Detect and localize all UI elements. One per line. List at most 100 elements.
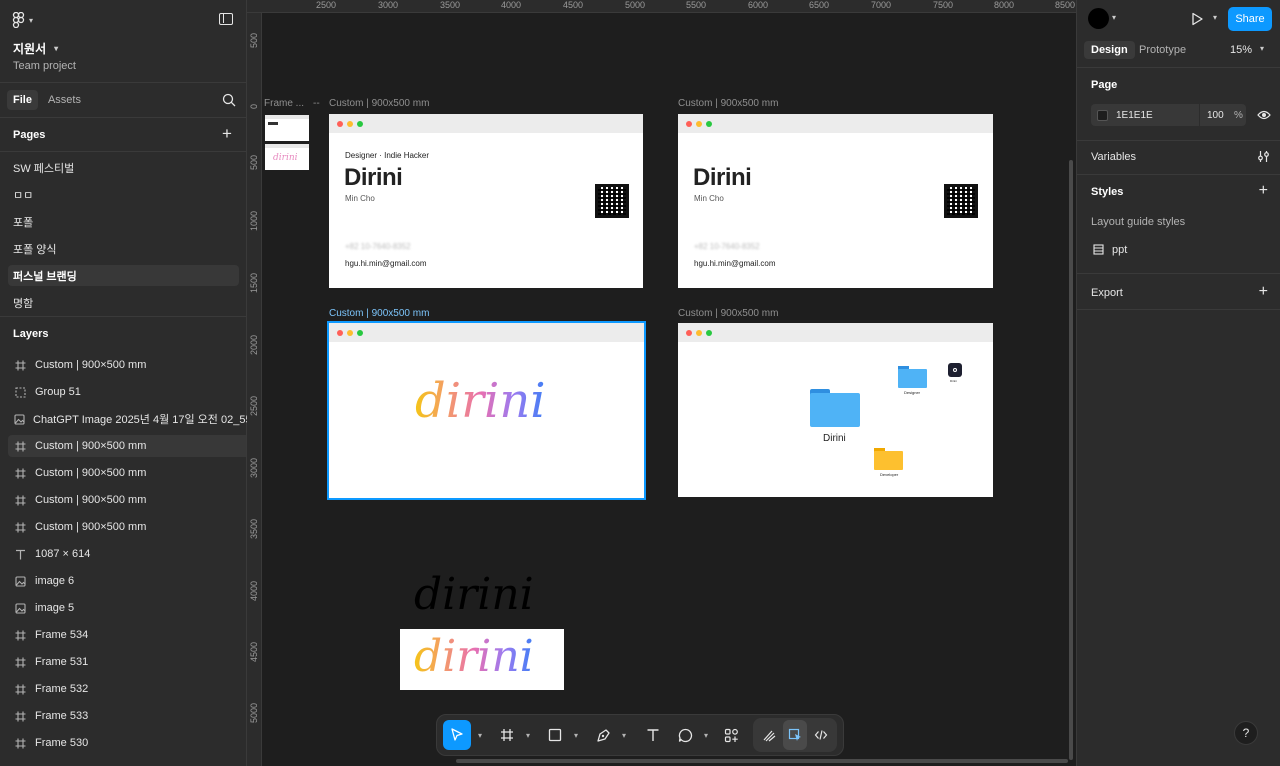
canvas[interactable]: Frame ... -- dirini Custom | 900x500 mm … (262, 13, 1076, 766)
page-item[interactable]: 명함 (8, 292, 239, 313)
layer-item[interactable]: Frame 532 (8, 678, 246, 700)
business-card-variant[interactable]: Dirini Min Cho +82 10-7640-8352 hgu.hi.m… (678, 114, 993, 288)
zoom-level: 15% (1230, 44, 1253, 56)
page-item-active[interactable]: 퍼스널 브랜딩 (8, 265, 239, 286)
chevron-down-icon[interactable]: ▾ (569, 731, 583, 740)
comment-icon (678, 728, 692, 742)
eye-icon[interactable] (1257, 109, 1271, 121)
minimize-dot-icon (347, 329, 353, 336)
variables-icon[interactable] (1257, 150, 1270, 163)
text-tool-button[interactable] (641, 720, 665, 750)
play-icon[interactable] (1191, 12, 1203, 26)
frame-label-selected[interactable]: Custom | 900x500 mm (329, 308, 429, 319)
page-color-value[interactable]: 1E1E1E (1116, 110, 1153, 121)
layer-label: Frame 533 (35, 710, 89, 722)
layer-item[interactable]: Custom | 900×500 mm (8, 354, 246, 376)
close-dot-icon (686, 329, 692, 336)
avatar[interactable] (1088, 8, 1109, 29)
ruler-tick-label: 3000 (249, 457, 259, 478)
chevron-down-icon[interactable]: ▾ (521, 731, 535, 740)
horizontal-scrollbar[interactable] (456, 759, 1068, 763)
layer-item[interactable]: 1087 × 614 (8, 543, 246, 565)
frame-label[interactable]: Custom | 900x500 mm (678, 308, 778, 319)
dev-mode-button[interactable] (809, 720, 833, 750)
page-item[interactable]: 포폴 (8, 211, 239, 232)
chevron-down-icon[interactable]: ▾ (617, 731, 631, 740)
page-opacity-value[interactable]: 100 (1207, 110, 1224, 121)
page-color-field[interactable]: 1E1E1E 100 % (1091, 104, 1246, 126)
chevron-down-icon[interactable]: ▾ (473, 731, 487, 740)
layer-item[interactable]: Frame 534 (8, 624, 246, 646)
layer-label: Group 51 (35, 386, 81, 398)
main-menu-button[interactable]: ▾ (12, 12, 33, 28)
export-label[interactable]: Export (1091, 287, 1123, 299)
pen-tool-button[interactable] (591, 720, 615, 750)
layer-item[interactable]: Custom | 900×500 mm (8, 462, 246, 484)
page-item[interactable]: 포폴 양식 (8, 238, 239, 259)
layer-item[interactable]: Frame 533 (8, 705, 246, 727)
draw-mode-button[interactable] (757, 720, 781, 750)
add-page-icon[interactable]: + (222, 124, 232, 144)
ruler-tick-label: 6500 (808, 0, 830, 10)
vertical-scrollbar[interactable] (1069, 160, 1073, 760)
layer-item[interactable]: image 5 (8, 597, 246, 619)
close-dot-icon (337, 329, 343, 336)
frame-label[interactable]: Custom | 900x500 mm (678, 98, 778, 109)
page-section-title: Page (1091, 79, 1118, 91)
percent-unit: % (1234, 109, 1243, 121)
ruler-tick-label: 3500 (439, 0, 461, 10)
card-role: Designer · Indie Hacker (345, 151, 430, 160)
variables-label[interactable]: Variables (1091, 151, 1136, 163)
dirini-logo-black[interactable]: dirini (414, 569, 534, 620)
dirini-logo-image[interactable]: dirini (400, 629, 564, 690)
frame-label[interactable]: Frame ... (264, 98, 304, 109)
color-swatch[interactable] (1097, 109, 1108, 121)
layer-item[interactable]: Frame 531 (8, 651, 246, 673)
frame-thumbnail[interactable]: dirini (265, 144, 309, 170)
design-mode-button[interactable] (783, 720, 807, 750)
search-icon[interactable] (222, 93, 236, 107)
comment-tool-button[interactable] (673, 720, 697, 750)
toggle-sidebar-icon[interactable] (219, 13, 233, 25)
chevron-down-icon[interactable]: ▾ (1112, 13, 1116, 22)
card-phone: +82 10-7640-8352 (345, 242, 411, 251)
frame-thumbnail[interactable] (265, 115, 309, 141)
file-title-text: 지원서 (13, 42, 47, 56)
add-style-icon[interactable]: + (1259, 183, 1268, 199)
dirini-logo-gradient: dirini (414, 631, 534, 682)
layer-item[interactable]: Custom | 900×500 mm (8, 516, 246, 538)
frame-tool-button[interactable] (495, 720, 519, 750)
actions-button[interactable] (719, 720, 743, 750)
layer-item[interactable]: Custom | 900×500 mm (8, 435, 246, 457)
business-card-front[interactable]: Designer · Indie Hacker Dirini Min Cho +… (329, 114, 643, 288)
layer-item[interactable]: Group 51 (8, 381, 246, 403)
file-title[interactable]: 지원서 ▾ (13, 40, 58, 57)
share-button[interactable]: Share (1228, 7, 1272, 31)
folder-card[interactable]: Dirini Designer Dirini Developer (678, 323, 993, 497)
layer-item[interactable]: ChatGPT Image 2025년 4월 17일 오전 02_55_18 (8, 408, 270, 430)
zoom-control[interactable]: 15% ▾ (1230, 44, 1264, 56)
logo-card-selected[interactable]: dirini (327, 321, 646, 500)
chevron-down-icon[interactable]: ▾ (699, 731, 713, 740)
actions-icon (724, 728, 738, 742)
qr-code-icon (944, 184, 978, 218)
layer-item[interactable]: image 6 (8, 570, 246, 592)
tab-file[interactable]: File (7, 90, 38, 110)
help-button[interactable]: ? (1234, 721, 1258, 745)
frame-label[interactable]: Custom | 900x500 mm (329, 98, 429, 109)
shape-tool-button[interactable] (543, 720, 567, 750)
page-item[interactable]: SW 페스티벌 (8, 157, 239, 178)
add-export-icon[interactable]: + (1259, 284, 1268, 300)
tab-assets[interactable]: Assets (42, 90, 87, 110)
tab-design[interactable]: Design (1084, 41, 1135, 59)
move-tool-button[interactable] (443, 720, 471, 750)
divider (0, 117, 246, 118)
figma-logo-icon (12, 12, 25, 28)
page-item[interactable]: ㅁㅁ (8, 184, 239, 205)
style-item[interactable]: ppt (1112, 244, 1127, 256)
maximize-dot-icon (357, 120, 363, 127)
layer-item[interactable]: Frame 530 (8, 732, 246, 754)
layer-item[interactable]: Custom | 900×500 mm (8, 489, 246, 511)
chevron-down-icon[interactable]: ▾ (1213, 13, 1217, 22)
tab-prototype[interactable]: Prototype (1139, 44, 1186, 56)
